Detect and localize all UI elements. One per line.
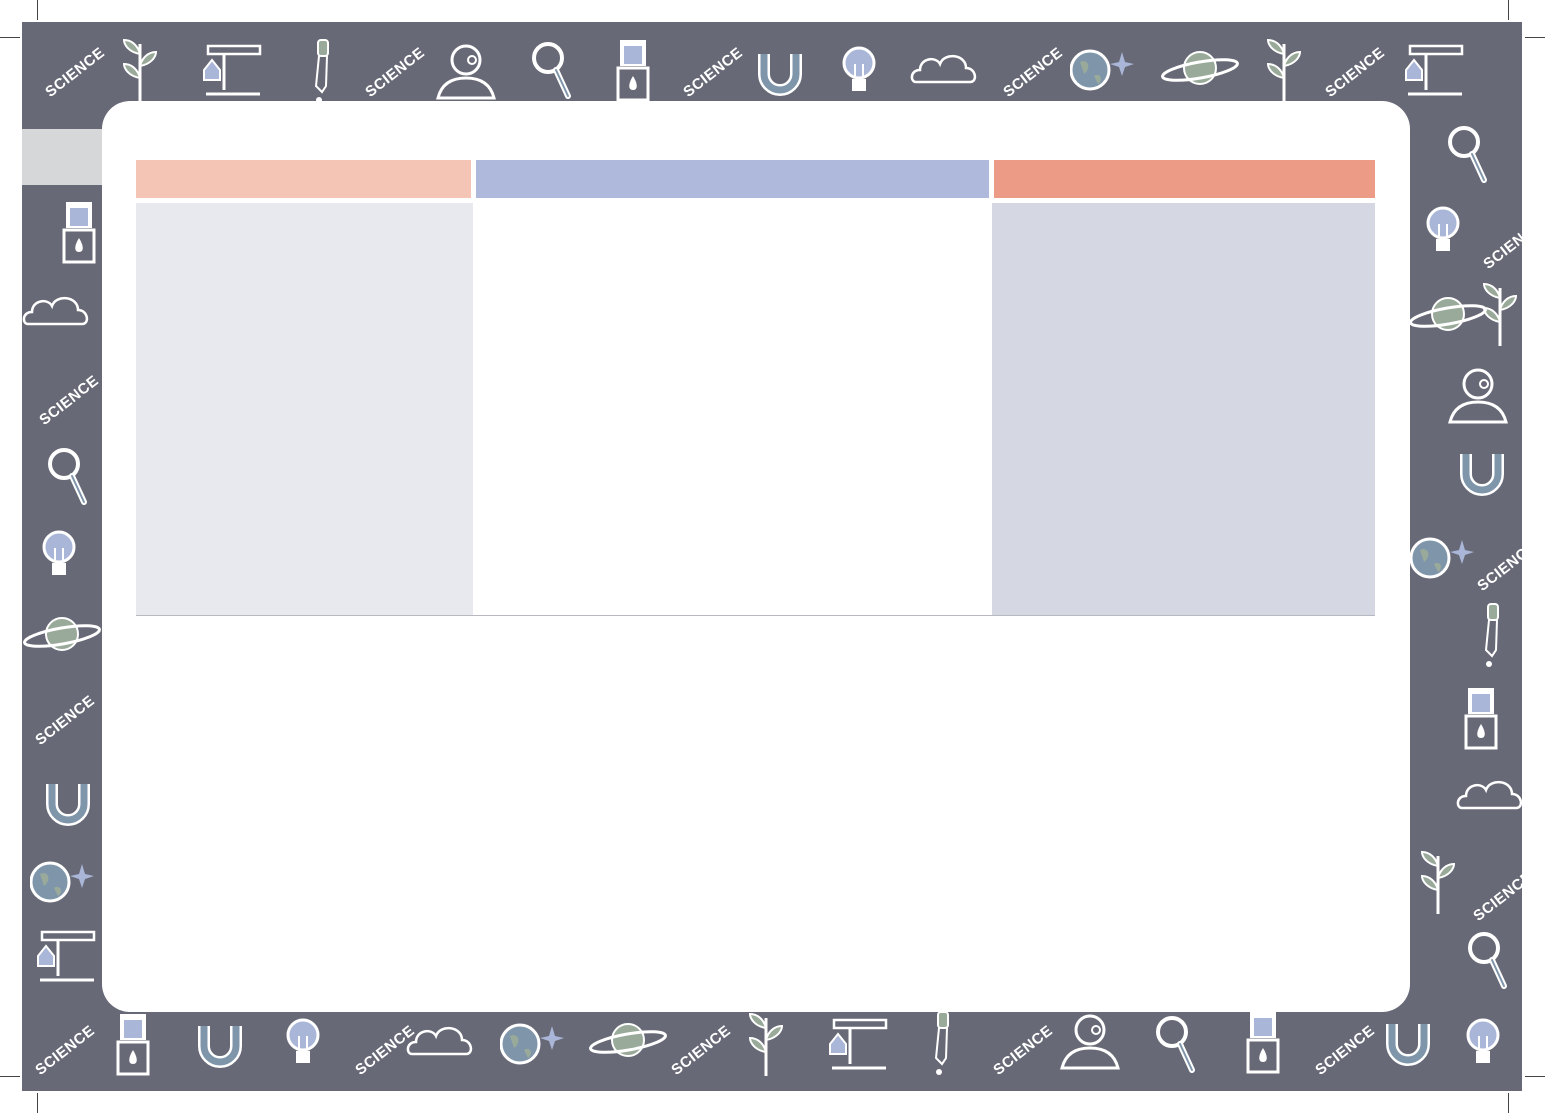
magnet-icon: [42, 776, 94, 833]
planet-icon: [588, 1020, 668, 1065]
dropper-icon: [310, 38, 334, 109]
globe-icon: [499, 1020, 570, 1071]
plant-icon: [1262, 34, 1306, 109]
microscope-icon: [32, 926, 102, 991]
crop-mark: [1525, 1076, 1545, 1077]
magnifier-icon: [1466, 930, 1510, 997]
crop-mark: [37, 0, 38, 20]
lightbulb-icon: [1426, 206, 1460, 261]
magnifier-icon: [1446, 124, 1490, 191]
science-word: SCIENCE: [668, 1022, 734, 1079]
column-body-2[interactable]: [474, 203, 991, 615]
science-word: SCIENCE: [362, 44, 428, 101]
science-word: SCIENCE: [1312, 1022, 1378, 1079]
scientist-icon: [1058, 1010, 1122, 1075]
crop-mark: [0, 1076, 20, 1077]
lightbulb-icon: [842, 46, 876, 101]
crop-mark: [1508, 1093, 1509, 1113]
table-bottom-rule: [136, 615, 1375, 616]
column-body-3[interactable]: [992, 203, 1375, 615]
crop-mark: [1508, 0, 1509, 20]
microscope-icon: [824, 1014, 894, 1079]
column-body-1[interactable]: [136, 203, 473, 615]
globe-icon: [29, 858, 100, 909]
column-header-1: [136, 160, 471, 198]
worksheet-card: [102, 101, 1410, 1012]
lightbulb-icon: [286, 1018, 320, 1073]
column-header-3: [994, 160, 1375, 198]
science-word: SCIENCE: [1000, 44, 1066, 101]
dropper-icon: [1480, 602, 1504, 673]
cloud-icon: [910, 50, 980, 91]
planet-icon: [22, 614, 102, 659]
microscope-icon: [1400, 40, 1470, 105]
dropper-icon: [930, 1010, 954, 1081]
magnet-icon: [1382, 1016, 1434, 1073]
plant-icon: [744, 1008, 788, 1083]
science-word: SCIENCE: [1480, 216, 1522, 273]
beaker-burner-icon: [616, 38, 650, 107]
plant-icon: [118, 34, 162, 109]
plant-icon: [1416, 846, 1460, 921]
magnet-icon: [754, 46, 806, 103]
science-word: SCIENCE: [1322, 44, 1388, 101]
magnifier-icon: [530, 40, 574, 107]
science-word: SCIENCE: [680, 44, 746, 101]
side-tab: [22, 129, 102, 185]
beaker-burner-icon: [1246, 1010, 1280, 1079]
column-header-2: [476, 160, 989, 198]
science-word: SCIENCE: [1470, 868, 1522, 925]
crop-mark: [0, 37, 20, 38]
microscope-icon: [198, 40, 268, 105]
science-word: SCIENCE: [32, 1022, 98, 1079]
scientist-icon: [434, 40, 498, 105]
science-word: SCIENCE: [32, 692, 98, 749]
beaker-burner-icon: [1464, 686, 1498, 755]
magnet-icon: [194, 1018, 246, 1075]
cloud-icon: [1456, 776, 1522, 817]
magnet-icon: [1456, 446, 1508, 503]
planet-icon: [1408, 294, 1488, 339]
globe-icon: [1069, 46, 1140, 97]
magnifier-icon: [1154, 1014, 1198, 1081]
science-word: SCIENCE: [36, 372, 102, 429]
science-word: SCIENCE: [42, 44, 108, 101]
cloud-icon: [406, 1022, 476, 1063]
crop-mark: [37, 1093, 38, 1113]
planet-icon: [1160, 48, 1240, 93]
beaker-burner-icon: [62, 200, 96, 269]
lightbulb-icon: [42, 530, 76, 585]
cloud-icon: [22, 292, 92, 333]
science-word: SCIENCE: [990, 1022, 1056, 1079]
crop-mark: [1525, 37, 1545, 38]
magnifier-icon: [46, 446, 90, 513]
scientist-icon: [1446, 364, 1510, 429]
lightbulb-icon: [1466, 1018, 1500, 1073]
science-word: SCIENCE: [1474, 538, 1522, 595]
globe-icon: [1409, 534, 1480, 585]
beaker-burner-icon: [116, 1012, 150, 1081]
